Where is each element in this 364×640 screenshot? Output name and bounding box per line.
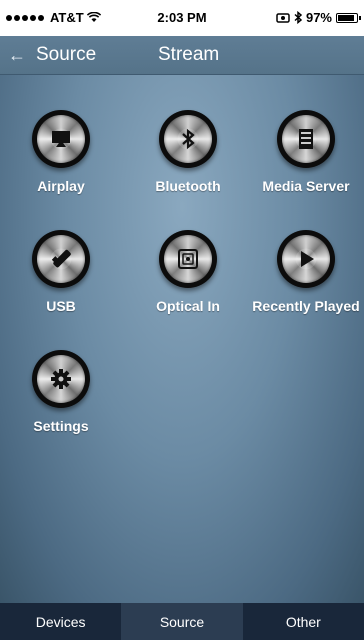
- phone-icon: [276, 12, 290, 23]
- source-label: USB: [46, 298, 76, 314]
- status-right: 97%: [276, 10, 361, 25]
- source-label: Airplay: [37, 178, 85, 194]
- knob: [32, 110, 90, 168]
- knob: [277, 230, 335, 288]
- gear-icon: [51, 369, 71, 389]
- source-media-server[interactable]: Media Server: [248, 110, 364, 194]
- optical-in-icon: [178, 249, 198, 269]
- knob: [159, 110, 217, 168]
- knob: [277, 110, 335, 168]
- source-bluetooth[interactable]: Bluetooth: [130, 110, 246, 194]
- knob: [32, 230, 90, 288]
- source-label: Media Server: [262, 178, 350, 194]
- battery-fill: [338, 14, 354, 21]
- source-airplay[interactable]: Airplay: [3, 110, 119, 194]
- tab-source[interactable]: Source: [121, 603, 243, 640]
- status-bar: AT&T 2:03 PM 97%: [0, 0, 364, 36]
- source-label: Recently Played: [252, 298, 360, 314]
- bluetooth-status-icon: [294, 11, 302, 24]
- tab-bar: Devices Source Other: [0, 603, 364, 640]
- battery-percent: 97%: [305, 10, 332, 25]
- media-server-icon: [299, 129, 313, 149]
- bluetooth-icon: [182, 128, 195, 150]
- source-optical-in[interactable]: Optical In: [130, 230, 246, 314]
- source-settings[interactable]: Settings: [3, 350, 119, 434]
- back-label: Source: [36, 44, 97, 65]
- source-recently-played[interactable]: Recently Played: [248, 230, 364, 314]
- back-arrow-icon: ←: [8, 44, 26, 65]
- knob: [159, 230, 217, 288]
- back-button[interactable]: ← Source: [8, 42, 96, 68]
- airplay-icon: [52, 131, 70, 147]
- source-grid: Airplay Bluetooth Media Server USB Optic…: [0, 74, 364, 603]
- source-usb[interactable]: USB: [3, 230, 119, 314]
- source-label: Optical In: [156, 298, 220, 314]
- app-content: ← Source Stream Airplay Bluetooth Media …: [0, 36, 364, 603]
- nav-bar: ← Source Stream: [0, 36, 364, 75]
- knob: [32, 350, 90, 408]
- page-title: Stream: [158, 44, 220, 65]
- tab-devices[interactable]: Devices: [0, 603, 121, 640]
- usb-icon: [51, 249, 71, 268]
- play-icon: [301, 251, 314, 267]
- source-label: Bluetooth: [155, 178, 221, 194]
- tab-other[interactable]: Other: [243, 603, 364, 640]
- battery-icon: [336, 12, 361, 23]
- source-label: Settings: [33, 418, 89, 434]
